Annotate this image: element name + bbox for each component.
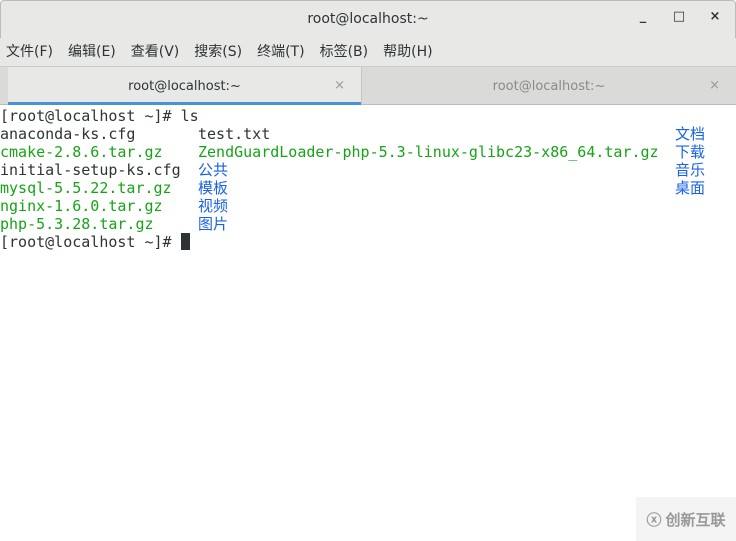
prompt-line: [root@localhost ~]# [0,233,736,251]
menu-item-0[interactable]: 文件(F) [6,38,53,66]
ls-output-row: php-5.3.28.tar.gz 图片 [0,215,736,233]
file-entry: 文档 [675,125,706,143]
file-entry: 视频 [198,197,229,215]
file-entry: anaconda-ks.cfg [0,125,136,143]
logo-icon: ⓧ [646,510,662,529]
menu-item-1[interactable]: 编辑(E) [68,38,116,66]
title-bar: root@localhost:~ _ □ × [0,0,736,38]
menu-item-3[interactable]: 搜索(S) [194,38,242,66]
tab-label: root@localhost:~ [492,79,606,94]
file-entry: mysql-5.5.22.tar.gz [0,179,172,197]
file-entry: 桌面 [675,179,706,197]
ls-output-row: anaconda-ks.cfg test.txt 文档 [0,125,736,143]
window-title: root@localhost:~ [307,11,429,27]
ls-output-row: mysql-5.5.22.tar.gz 模板 桌面 [0,179,736,197]
file-entry: php-5.3.28.tar.gz [0,215,154,233]
menu-item-5[interactable]: 标签(B) [320,38,369,66]
file-entry: ZendGuardLoader-php-5.3-linux-glibc23-x8… [198,143,659,161]
tab-1[interactable]: root@localhost:~ × [8,67,361,105]
menu-item-6[interactable]: 帮助(H) [383,38,432,66]
file-entry: 下载 [675,143,706,161]
cursor [180,233,190,250]
prompt-text: [root@localhost ~]# [0,233,181,251]
tab-label: root@localhost:~ [128,79,241,94]
minimize-button[interactable]: _ [633,9,653,24]
terminal-output[interactable]: [root@localhost ~]# ls anaconda-ks.cfg te… [0,106,736,541]
tab-close-icon[interactable]: × [334,78,345,93]
file-entry: cmake-2.8.6.tar.gz [0,143,163,161]
prompt-line: [root@localhost ~]# ls [0,107,199,125]
file-entry: 模板 [198,179,229,197]
ls-output-row: nginx-1.6.0.tar.gz 视频 [0,197,736,215]
file-entry: 图片 [198,215,229,233]
menu-bar: 文件(F) 编辑(E) 查看(V) 搜索(S) 终端(T) 标签(B) 帮助(H) [0,38,736,66]
watermark: ⓧ 创新互联 [636,497,736,541]
maximize-button[interactable]: □ [669,9,689,24]
file-entry: test.txt [198,125,271,143]
menu-item-4[interactable]: 终端(T) [257,38,304,66]
tab-close-icon[interactable]: × [709,78,720,93]
tab-2[interactable]: root@localhost:~ × [361,67,736,105]
file-entry: 音乐 [675,161,706,179]
watermark-text: 创新互联 [665,510,726,529]
ls-output-row: initial-setup-ks.cfg 公共 音乐 [0,161,736,179]
file-entry: initial-setup-ks.cfg [0,161,181,179]
file-entry: 公共 [198,161,229,179]
tab-bar: root@localhost:~ × root@localhost:~ × [0,66,736,105]
close-button[interactable]: × [705,9,725,24]
menu-item-2[interactable]: 查看(V) [131,38,180,66]
file-entry: nginx-1.6.0.tar.gz [0,197,163,215]
ls-output-row: cmake-2.8.6.tar.gz ZendGuardLoader-php-5.… [0,143,736,161]
